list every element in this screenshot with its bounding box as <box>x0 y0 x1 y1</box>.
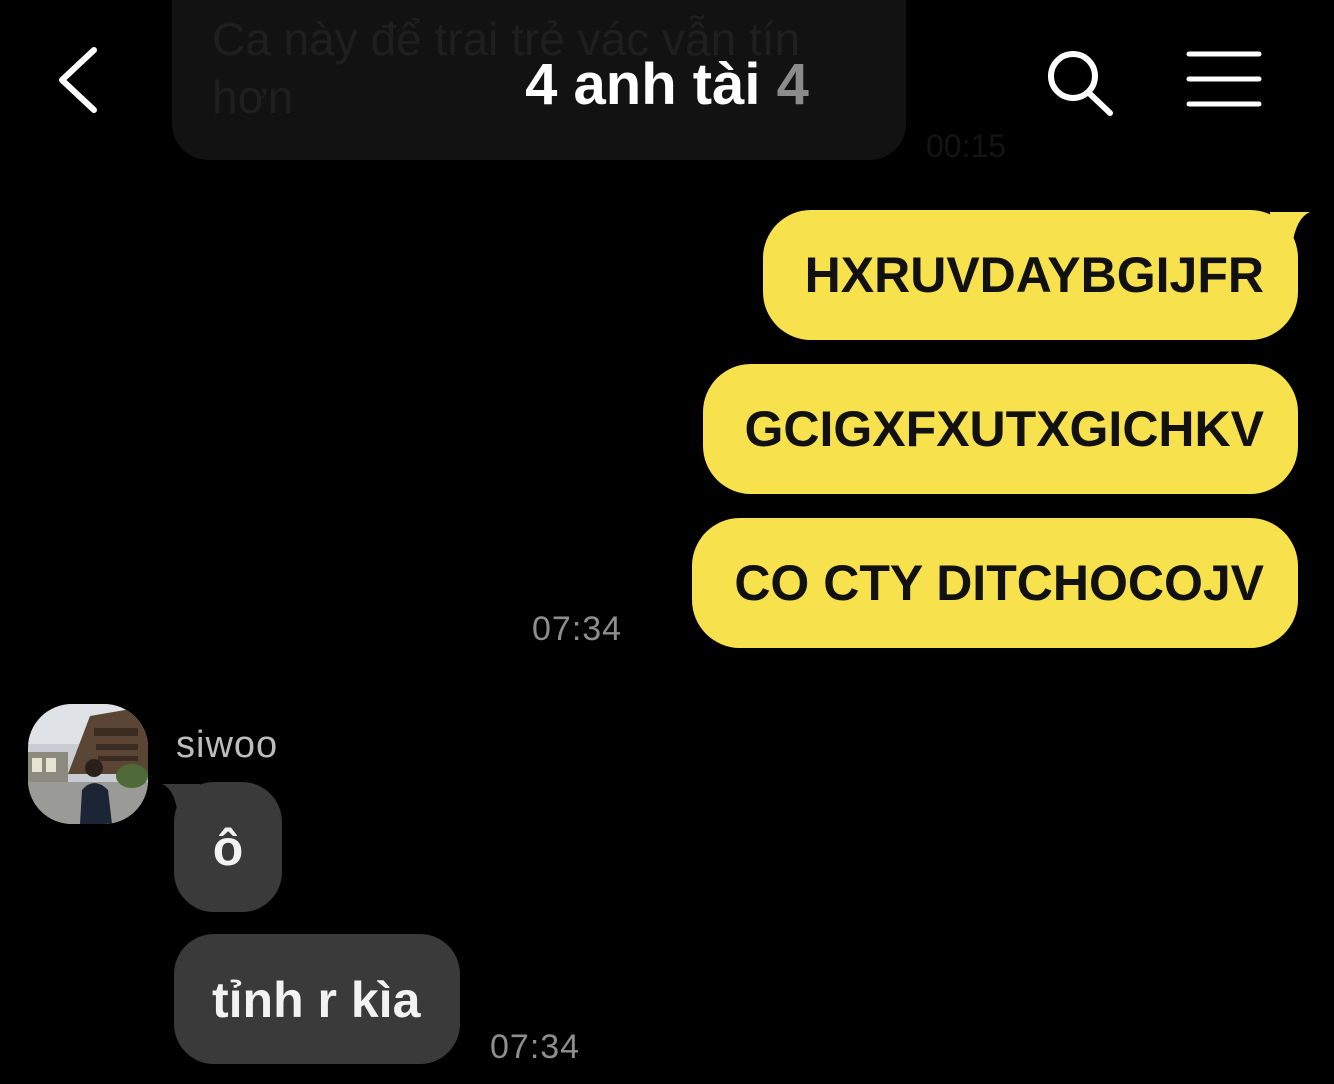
member-count: 4 <box>776 52 809 117</box>
sender-name: siwoo <box>176 724 279 766</box>
menu-icon[interactable] <box>1186 50 1262 108</box>
chat-title: 4 anh tài 4 <box>0 52 1334 118</box>
chat-title-name: 4 anh tài <box>525 52 761 117</box>
incoming-timestamp: 07:34 <box>490 1028 581 1066</box>
incoming-message-bubble[interactable]: ô <box>174 782 282 912</box>
chat-header: 4 anh tài 4 <box>0 0 1334 170</box>
outgoing-message-bubble[interactable]: HXRUVDAYBGIJFR <box>762 210 1298 340</box>
avatar-photo <box>28 704 148 824</box>
outgoing-timestamp: 07:34 <box>532 610 623 648</box>
incoming-message-bubble[interactable]: tỉnh r kìa <box>174 934 461 1064</box>
outgoing-message-bubble[interactable]: GCIGXFXUTXGICHKV <box>702 364 1298 494</box>
avatar[interactable] <box>28 704 148 824</box>
outgoing-message-bubble[interactable]: CO CTY DITCHOCOJV <box>692 518 1298 648</box>
chevron-left-icon[interactable] <box>54 46 104 114</box>
search-icon[interactable] <box>1044 48 1116 118</box>
